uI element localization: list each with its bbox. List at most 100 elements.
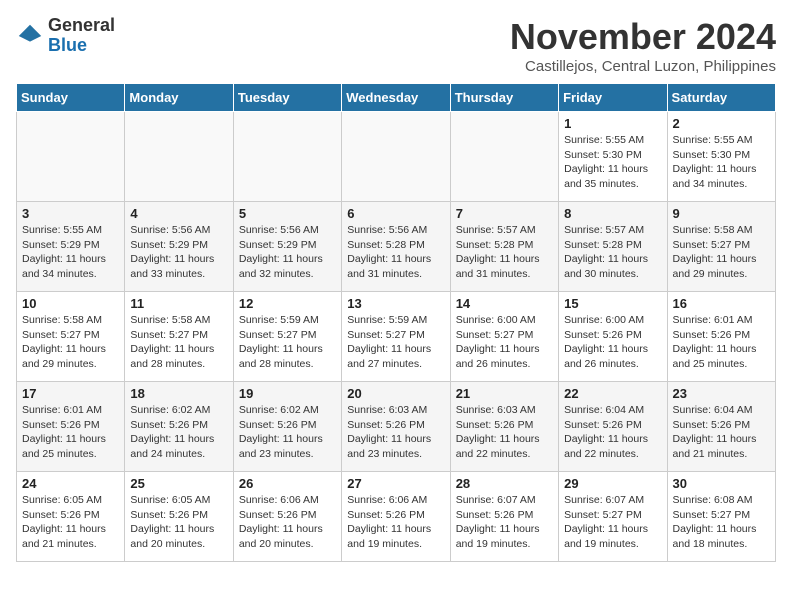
calendar-cell: 19 Sunrise: 6:02 AM Sunset: 5:26 PM Dayli… [233,382,341,472]
calendar-week-row: 3 Sunrise: 5:55 AM Sunset: 5:29 PM Daylig… [17,202,776,292]
day-number: 17 [22,386,119,401]
calendar-cell: 14 Sunrise: 6:00 AM Sunset: 5:27 PM Dayli… [450,292,558,382]
calendar-cell: 16 Sunrise: 6:01 AM Sunset: 5:26 PM Dayli… [667,292,775,382]
day-number: 8 [564,206,661,221]
day-info: Sunrise: 6:03 AM Sunset: 5:26 PM Dayligh… [456,403,553,462]
day-info: Sunrise: 5:59 AM Sunset: 5:27 PM Dayligh… [239,313,336,372]
calendar-cell: 23 Sunrise: 6:04 AM Sunset: 5:26 PM Dayli… [667,382,775,472]
day-info: Sunrise: 5:56 AM Sunset: 5:28 PM Dayligh… [347,223,444,282]
calendar: SundayMondayTuesdayWednesdayThursdayFrid… [16,83,776,562]
calendar-week-row: 17Sunrise: 6:01 AM Sunset: 5:26 PM Dayli… [17,382,776,472]
day-number: 28 [456,476,553,491]
calendar-cell: 17Sunrise: 6:01 AM Sunset: 5:26 PM Dayli… [17,382,125,472]
day-number: 6 [347,206,444,221]
day-info: Sunrise: 6:06 AM Sunset: 5:26 PM Dayligh… [239,493,336,552]
calendar-cell: 26 Sunrise: 6:06 AM Sunset: 5:26 PM Dayli… [233,472,341,562]
calendar-header-day: Tuesday [233,84,341,112]
calendar-cell: 24 Sunrise: 6:05 AM Sunset: 5:26 PM Dayli… [17,472,125,562]
calendar-cell: 6 Sunrise: 5:56 AM Sunset: 5:28 PM Daylig… [342,202,450,292]
day-number: 22 [564,386,661,401]
calendar-header-day: Sunday [17,84,125,112]
day-info: Sunrise: 5:56 AM Sunset: 5:29 PM Dayligh… [239,223,336,282]
day-number: 23 [673,386,770,401]
calendar-header-day: Thursday [450,84,558,112]
day-info: Sunrise: 6:02 AM Sunset: 5:26 PM Dayligh… [239,403,336,462]
calendar-cell: 13 Sunrise: 5:59 AM Sunset: 5:27 PM Dayli… [342,292,450,382]
logo-icon [16,22,44,50]
calendar-cell: 7Sunrise: 5:57 AM Sunset: 5:28 PM Daylig… [450,202,558,292]
calendar-cell: 3 Sunrise: 5:55 AM Sunset: 5:29 PM Daylig… [17,202,125,292]
day-info: Sunrise: 6:04 AM Sunset: 5:26 PM Dayligh… [564,403,661,462]
calendar-cell: 12 Sunrise: 5:59 AM Sunset: 5:27 PM Dayli… [233,292,341,382]
calendar-cell: 1 Sunrise: 5:55 AM Sunset: 5:30 PM Daylig… [559,112,667,202]
day-number: 1 [564,116,661,131]
day-info: Sunrise: 6:07 AM Sunset: 5:27 PM Dayligh… [564,493,661,552]
month-title: November 2024 [510,16,776,58]
calendar-header-day: Saturday [667,84,775,112]
calendar-cell: 22 Sunrise: 6:04 AM Sunset: 5:26 PM Dayli… [559,382,667,472]
day-info: Sunrise: 5:59 AM Sunset: 5:27 PM Dayligh… [347,313,444,372]
calendar-cell: 9 Sunrise: 5:58 AM Sunset: 5:27 PM Daylig… [667,202,775,292]
calendar-cell: 20Sunrise: 6:03 AM Sunset: 5:26 PM Dayli… [342,382,450,472]
day-info: Sunrise: 6:00 AM Sunset: 5:27 PM Dayligh… [456,313,553,372]
day-number: 4 [130,206,227,221]
calendar-cell [342,112,450,202]
page-header: General Blue November 2024 Castillejos, … [16,16,776,75]
day-info: Sunrise: 6:01 AM Sunset: 5:26 PM Dayligh… [673,313,770,372]
location: Castillejos, Central Luzon, Philippines [510,58,776,75]
day-number: 3 [22,206,119,221]
day-number: 26 [239,476,336,491]
day-info: Sunrise: 6:02 AM Sunset: 5:26 PM Dayligh… [130,403,227,462]
calendar-cell: 8 Sunrise: 5:57 AM Sunset: 5:28 PM Daylig… [559,202,667,292]
calendar-cell: 15 Sunrise: 6:00 AM Sunset: 5:26 PM Dayli… [559,292,667,382]
day-number: 15 [564,296,661,311]
calendar-week-row: 1 Sunrise: 5:55 AM Sunset: 5:30 PM Daylig… [17,112,776,202]
day-number: 12 [239,296,336,311]
calendar-cell: 25 Sunrise: 6:05 AM Sunset: 5:26 PM Dayli… [125,472,233,562]
calendar-cell: 30Sunrise: 6:08 AM Sunset: 5:27 PM Dayli… [667,472,775,562]
day-number: 9 [673,206,770,221]
day-number: 27 [347,476,444,491]
calendar-cell: 27 Sunrise: 6:06 AM Sunset: 5:26 PM Dayli… [342,472,450,562]
day-number: 29 [564,476,661,491]
day-info: Sunrise: 6:00 AM Sunset: 5:26 PM Dayligh… [564,313,661,372]
calendar-cell: 11 Sunrise: 5:58 AM Sunset: 5:27 PM Dayli… [125,292,233,382]
day-info: Sunrise: 5:57 AM Sunset: 5:28 PM Dayligh… [456,223,553,282]
day-info: Sunrise: 6:03 AM Sunset: 5:26 PM Dayligh… [347,403,444,462]
day-number: 21 [456,386,553,401]
calendar-cell [233,112,341,202]
calendar-cell: 10Sunrise: 5:58 AM Sunset: 5:27 PM Dayli… [17,292,125,382]
day-number: 13 [347,296,444,311]
day-number: 11 [130,296,227,311]
day-info: Sunrise: 5:57 AM Sunset: 5:28 PM Dayligh… [564,223,661,282]
calendar-cell: 5 Sunrise: 5:56 AM Sunset: 5:29 PM Daylig… [233,202,341,292]
calendar-header-day: Monday [125,84,233,112]
logo-text: General Blue [48,16,115,56]
calendar-header-day: Friday [559,84,667,112]
day-info: Sunrise: 5:55 AM Sunset: 5:30 PM Dayligh… [564,133,661,192]
logo: General Blue [16,16,115,56]
day-number: 18 [130,386,227,401]
calendar-cell [450,112,558,202]
day-number: 5 [239,206,336,221]
day-info: Sunrise: 6:05 AM Sunset: 5:26 PM Dayligh… [130,493,227,552]
day-info: Sunrise: 5:58 AM Sunset: 5:27 PM Dayligh… [130,313,227,372]
day-info: Sunrise: 5:58 AM Sunset: 5:27 PM Dayligh… [673,223,770,282]
day-info: Sunrise: 6:04 AM Sunset: 5:26 PM Dayligh… [673,403,770,462]
calendar-cell [125,112,233,202]
calendar-cell [17,112,125,202]
calendar-header-day: Wednesday [342,84,450,112]
day-info: Sunrise: 5:58 AM Sunset: 5:27 PM Dayligh… [22,313,119,372]
day-number: 16 [673,296,770,311]
day-number: 24 [22,476,119,491]
day-info: Sunrise: 6:06 AM Sunset: 5:26 PM Dayligh… [347,493,444,552]
day-info: Sunrise: 6:05 AM Sunset: 5:26 PM Dayligh… [22,493,119,552]
day-number: 25 [130,476,227,491]
calendar-cell: 2Sunrise: 5:55 AM Sunset: 5:30 PM Daylig… [667,112,775,202]
calendar-cell: 29 Sunrise: 6:07 AM Sunset: 5:27 PM Dayli… [559,472,667,562]
day-number: 2 [673,116,770,131]
calendar-header-row: SundayMondayTuesdayWednesdayThursdayFrid… [17,84,776,112]
day-number: 19 [239,386,336,401]
day-info: Sunrise: 5:55 AM Sunset: 5:29 PM Dayligh… [22,223,119,282]
day-number: 14 [456,296,553,311]
